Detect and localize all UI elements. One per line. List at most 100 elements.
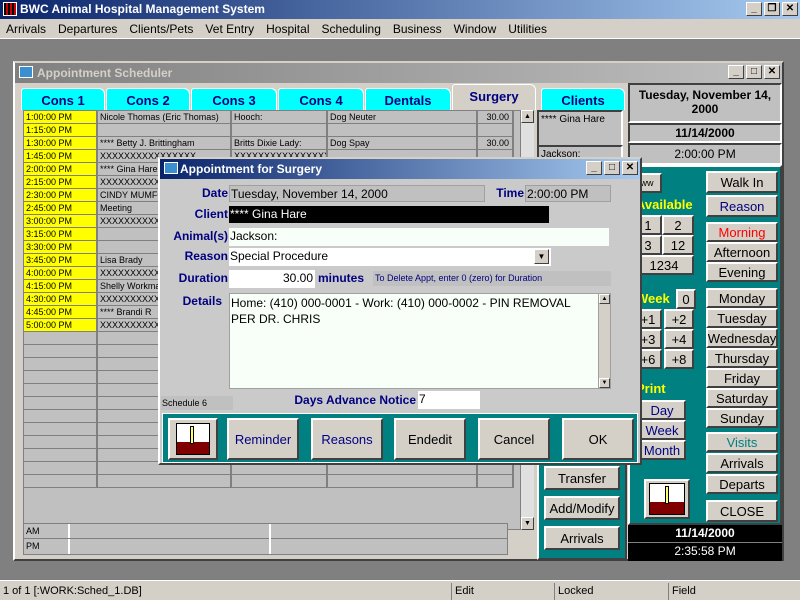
available-1234-button[interactable]: 1234 — [634, 255, 694, 275]
morning-button[interactable]: Morning — [706, 222, 778, 242]
menu-utilities[interactable]: Utilities — [502, 22, 553, 36]
cell-time[interactable] — [24, 423, 98, 436]
cell-time[interactable]: 1:00:00 PM — [24, 111, 98, 124]
cell-time[interactable] — [24, 397, 98, 410]
cell-reason[interactable]: Dog Neuter — [328, 111, 478, 124]
cell-time[interactable]: 2:30:00 PM — [24, 189, 98, 202]
cell-duration[interactable] — [478, 475, 514, 488]
cell-client[interactable] — [98, 475, 232, 488]
cell-time[interactable] — [24, 384, 98, 397]
reminder-button[interactable]: Reminder — [227, 418, 299, 460]
tab-surgery[interactable]: Surgery — [452, 84, 536, 110]
reason-button[interactable]: Reason — [706, 195, 778, 217]
cell-time[interactable] — [24, 410, 98, 423]
add-modify-button[interactable]: Add/Modify — [544, 496, 620, 520]
menu-arrivals[interactable]: Arrivals — [0, 22, 52, 36]
close-button[interactable]: ✕ — [782, 2, 798, 16]
notepad-button[interactable] — [644, 479, 690, 519]
available-12-button[interactable]: 12 — [662, 235, 694, 255]
sunday-button[interactable]: Sunday — [706, 408, 778, 428]
departs-button[interactable]: Departs — [706, 474, 778, 494]
table-row[interactable]: 1:15:00 PM — [24, 124, 527, 137]
cell-time[interactable]: 3:45:00 PM — [24, 254, 98, 267]
print-month-button[interactable]: Month — [638, 440, 686, 460]
tuesday-button[interactable]: Tuesday — [706, 308, 778, 328]
menu-vet-entry[interactable]: Vet Entry — [199, 22, 260, 36]
cell-time[interactable] — [24, 475, 98, 488]
table-row[interactable] — [24, 475, 527, 488]
cell-time[interactable]: 1:15:00 PM — [24, 124, 98, 137]
thursday-button[interactable]: Thursday — [706, 348, 778, 368]
cell-time[interactable]: 4:30:00 PM — [24, 293, 98, 306]
week-plus-8-button[interactable]: +8 — [664, 349, 694, 369]
transfer-button[interactable]: Transfer — [544, 466, 620, 490]
scroll-down-button[interactable]: ▼ — [521, 517, 534, 530]
cell-time[interactable] — [24, 358, 98, 371]
cell-reason[interactable]: Dog Spay — [328, 137, 478, 150]
chevron-down-icon[interactable]: ▼ — [534, 249, 549, 264]
print-day-button[interactable]: Day — [638, 400, 686, 420]
cell-duration[interactable]: 30.00 — [478, 111, 514, 124]
cell-time[interactable]: 3:15:00 PM — [24, 228, 98, 241]
available-2-button[interactable]: 2 — [662, 215, 694, 235]
visits-button[interactable]: Visits — [706, 432, 778, 452]
close-schedule-button[interactable]: CLOSE — [706, 500, 778, 522]
week-plus-4-button[interactable]: +4 — [664, 329, 694, 349]
cell-time[interactable]: 2:45:00 PM — [24, 202, 98, 215]
cell-time[interactable]: 2:00:00 PM — [24, 163, 98, 176]
menu-scheduling[interactable]: Scheduling — [315, 22, 386, 36]
tab-cons-1[interactable]: Cons 1 — [21, 88, 105, 110]
week-plus-2-button[interactable]: +2 — [664, 309, 694, 329]
endedit-button[interactable]: Endedit — [394, 418, 466, 460]
cell-client[interactable] — [98, 124, 232, 137]
evening-button[interactable]: Evening — [706, 262, 778, 282]
cell-time[interactable] — [24, 332, 98, 345]
cell-animal[interactable]: Hooch: — [232, 111, 328, 124]
table-row[interactable]: 1:00:00 PM Nicole Thomas (Eric Thomas) Hoo… — [24, 111, 527, 124]
cell-time[interactable]: 4:00:00 PM — [24, 267, 98, 280]
tab-dentals[interactable]: Dentals — [365, 88, 451, 110]
wednesday-button[interactable]: Wednesday — [706, 328, 778, 348]
cancel-button[interactable]: Cancel — [478, 418, 550, 460]
reasons-button[interactable]: Reasons — [311, 418, 383, 460]
client-field[interactable]: **** Gina Hare — [229, 206, 549, 223]
cell-time[interactable] — [24, 449, 98, 462]
dialog-maximize-button[interactable]: □ — [604, 161, 620, 175]
arrivals-side-button[interactable]: Arrivals — [544, 526, 620, 550]
cell-reason[interactable] — [328, 475, 478, 488]
ok-button[interactable]: OK — [562, 418, 634, 460]
menu-hospital[interactable]: Hospital — [260, 22, 315, 36]
arrivals-button[interactable]: Arrivals — [706, 453, 778, 473]
duration-field[interactable]: 30.00 — [229, 270, 315, 288]
tab-cons-4[interactable]: Cons 4 — [278, 88, 364, 110]
cell-time[interactable] — [24, 462, 98, 475]
cell-time[interactable]: 2:15:00 PM — [24, 176, 98, 189]
afternoon-button[interactable]: Afternoon — [706, 242, 778, 262]
menu-clients-pets[interactable]: Clients/Pets — [123, 22, 199, 36]
week-zero-button[interactable]: 0 — [676, 289, 696, 309]
dialog-close-button[interactable]: ✕ — [622, 161, 638, 175]
menu-business[interactable]: Business — [387, 22, 448, 36]
cell-time[interactable]: 4:15:00 PM — [24, 280, 98, 293]
minimize-button[interactable]: _ — [746, 2, 762, 16]
scheduler-minimize-button[interactable]: _ — [728, 65, 744, 79]
cell-reason[interactable] — [328, 124, 478, 137]
friday-button[interactable]: Friday — [706, 368, 778, 388]
scheduler-maximize-button[interactable]: □ — [746, 65, 762, 79]
cell-duration[interactable]: 30.00 — [478, 137, 514, 150]
cell-time[interactable]: 1:45:00 PM — [24, 150, 98, 163]
cell-duration[interactable] — [478, 124, 514, 137]
details-scroll-down[interactable]: ▼ — [599, 378, 610, 388]
cell-time[interactable] — [24, 436, 98, 449]
details-scroll-up[interactable]: ▲ — [599, 294, 610, 304]
cell-animal[interactable] — [232, 124, 328, 137]
menu-window[interactable]: Window — [448, 22, 503, 36]
tab-clients[interactable]: Clients — [541, 88, 625, 110]
tab-cons-3[interactable]: Cons 3 — [191, 88, 277, 110]
menu-departures[interactable]: Departures — [52, 22, 123, 36]
details-scrollbar[interactable]: ▲ ▼ — [598, 294, 610, 388]
details-textarea[interactable]: Home: (410) 000-0001 - Work: (410) 000-0… — [229, 293, 611, 389]
dialog-notepad-button[interactable] — [168, 418, 218, 460]
table-row[interactable]: 1:30:00 PM **** Betty J. Brittingham Britt… — [24, 137, 527, 150]
cell-time[interactable]: 4:45:00 PM — [24, 306, 98, 319]
